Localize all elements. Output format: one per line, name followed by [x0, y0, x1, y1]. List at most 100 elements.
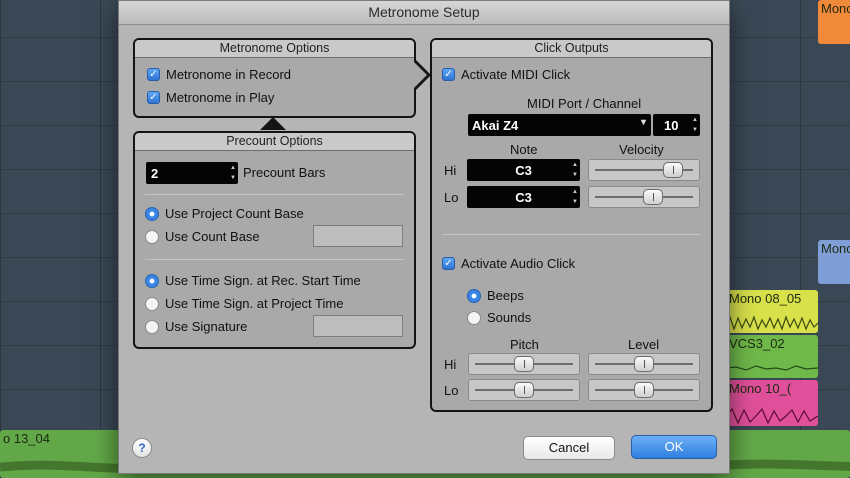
- lo-level-slider[interactable]: [588, 379, 700, 401]
- precount-bars-field[interactable]: 2 ▲ ▼: [146, 162, 238, 184]
- slider-thumb[interactable]: [642, 189, 663, 205]
- radio-selected-icon: [467, 288, 481, 303]
- radio-unselected-icon: [467, 310, 481, 325]
- clip-label: Mono: [821, 1, 850, 16]
- clip-label: Mono 08_05: [729, 291, 802, 306]
- audio-clip-pink[interactable]: Mono 10_(: [726, 380, 818, 426]
- use-project-count-base-label: Use Project Count Base: [165, 206, 304, 221]
- checkmark-icon: ✓: [147, 91, 160, 104]
- hi-note-field[interactable]: C3 ▲ ▼: [467, 159, 580, 181]
- activate-audio-click-label: Activate Audio Click: [461, 256, 576, 271]
- slider-thumb[interactable]: [514, 356, 534, 372]
- radio-unselected-icon: [145, 319, 159, 334]
- slider-thumb[interactable]: [514, 382, 534, 398]
- velocity-header: Velocity: [619, 142, 664, 157]
- checkmark-icon: ✓: [147, 68, 160, 81]
- metronome-setup-dialog: Metronome Setup Metronome Options ✓ Metr…: [118, 0, 730, 474]
- precount-bars-label: Precount Bars: [243, 165, 326, 180]
- clip-label: VCS3_02: [729, 336, 785, 351]
- midi-channel-value: 10: [664, 117, 679, 133]
- lo-label: Lo: [444, 190, 459, 205]
- hi-label: Hi: [444, 357, 457, 372]
- audio-clip-green[interactable]: VCS3_02: [726, 335, 818, 378]
- precount-options-panel: Precount Options 2 ▲ ▼ Precount Bars Use …: [133, 131, 416, 349]
- time-sign-project-label: Use Time Sign. at Project Time: [165, 296, 344, 311]
- click-outputs-title: Click Outputs: [432, 40, 711, 58]
- lo-label: Lo: [444, 383, 459, 398]
- ok-button[interactable]: OK: [631, 435, 717, 459]
- lo-velocity-slider[interactable]: [588, 186, 700, 208]
- metronome-in-record-label: Metronome in Record: [166, 67, 291, 82]
- waveform: [726, 315, 818, 331]
- stepper-arrows-icon[interactable]: ▲ ▼: [691, 116, 699, 134]
- use-signature-radio[interactable]: Use Signature: [145, 319, 247, 334]
- pitch-header: Pitch: [510, 337, 539, 352]
- hi-label: Hi: [444, 163, 457, 178]
- audio-clip-yellow[interactable]: Mono 08_05: [726, 290, 818, 333]
- metronome-options-panel: Metronome Options ✓ Metronome in Record …: [133, 38, 416, 118]
- sounds-label: Sounds: [487, 310, 532, 325]
- midi-port-value: Akai Z4: [472, 117, 519, 133]
- cancel-button[interactable]: Cancel: [523, 436, 615, 460]
- time-sign-rec-start-label: Use Time Sign. at Rec. Start Time: [165, 273, 361, 288]
- beeps-label: Beeps: [487, 288, 524, 303]
- radio-unselected-icon: [145, 229, 159, 244]
- signature-field[interactable]: [313, 315, 403, 337]
- waveform: [726, 365, 818, 371]
- hi-velocity-slider[interactable]: [588, 159, 700, 181]
- activate-midi-click-label: Activate MIDI Click: [461, 67, 571, 82]
- radio-unselected-icon: [145, 296, 159, 311]
- sounds-radio[interactable]: Sounds: [467, 310, 531, 325]
- stepper-arrows-icon[interactable]: ▲ ▼: [571, 188, 579, 206]
- midi-channel-field[interactable]: 10 ▲ ▼: [653, 114, 700, 136]
- precount-options-title: Precount Options: [135, 133, 414, 151]
- radio-selected-icon: [145, 206, 159, 221]
- slider-thumb[interactable]: [663, 162, 684, 178]
- clip-label: o 13_04: [3, 431, 50, 446]
- dialog-title: Metronome Setup: [119, 1, 729, 25]
- use-count-base-radio[interactable]: Use Count Base: [145, 229, 260, 244]
- hi-pitch-slider[interactable]: [468, 353, 580, 375]
- audio-clip-blue[interactable]: Mono: [818, 240, 850, 284]
- audio-clip-orange[interactable]: Mono: [818, 0, 850, 44]
- time-sign-project-radio[interactable]: Use Time Sign. at Project Time: [145, 296, 343, 311]
- beeps-radio[interactable]: Beeps: [467, 288, 524, 303]
- stepper-arrows-icon[interactable]: ▲ ▼: [229, 164, 237, 182]
- lo-note-field[interactable]: C3 ▲ ▼: [467, 186, 580, 208]
- use-project-count-base-radio[interactable]: Use Project Count Base: [145, 206, 304, 221]
- divider: [145, 259, 404, 260]
- midi-port-select[interactable]: Akai Z4 ▾: [468, 114, 651, 136]
- note-header: Note: [510, 142, 538, 157]
- midi-port-channel-label: MIDI Port / Channel: [527, 96, 642, 111]
- precount-bars-value: 2: [151, 165, 159, 181]
- clip-label: Mono 10_(: [729, 381, 792, 396]
- metronome-options-title: Metronome Options: [135, 40, 414, 58]
- stepper-arrows-icon[interactable]: ▲ ▼: [571, 161, 579, 179]
- radio-selected-icon: [145, 273, 159, 288]
- use-signature-label: Use Signature: [165, 319, 248, 334]
- hi-level-slider[interactable]: [588, 353, 700, 375]
- hi-note-value: C3: [515, 162, 532, 178]
- slider-thumb[interactable]: [634, 356, 654, 372]
- use-count-base-label: Use Count Base: [165, 229, 260, 244]
- panel-connector-down: [260, 117, 286, 130]
- slider-thumb[interactable]: [634, 382, 654, 398]
- checkmark-icon: ✓: [442, 257, 455, 270]
- level-header: Level: [628, 337, 660, 352]
- waveform: [726, 408, 818, 424]
- checkmark-icon: ✓: [442, 68, 455, 81]
- chevron-down-icon: ▾: [640, 117, 646, 128]
- activate-midi-click-checkbox[interactable]: ✓ Activate MIDI Click: [442, 67, 570, 82]
- clip-label: Mono: [821, 241, 850, 256]
- metronome-in-record-checkbox[interactable]: ✓ Metronome in Record: [147, 67, 291, 82]
- click-outputs-panel: Click Outputs ✓ Activate MIDI Click MIDI…: [430, 38, 713, 412]
- lo-pitch-slider[interactable]: [468, 379, 580, 401]
- help-button[interactable]: ?: [132, 438, 152, 458]
- divider: [145, 194, 404, 195]
- time-sign-rec-start-radio[interactable]: Use Time Sign. at Rec. Start Time: [145, 273, 361, 288]
- metronome-in-play-label: Metronome in Play: [166, 90, 275, 105]
- activate-audio-click-checkbox[interactable]: ✓ Activate Audio Click: [442, 256, 575, 271]
- count-base-field[interactable]: [313, 225, 403, 247]
- metronome-in-play-checkbox[interactable]: ✓ Metronome in Play: [147, 90, 274, 105]
- panel-connector-right-fill: [413, 61, 427, 89]
